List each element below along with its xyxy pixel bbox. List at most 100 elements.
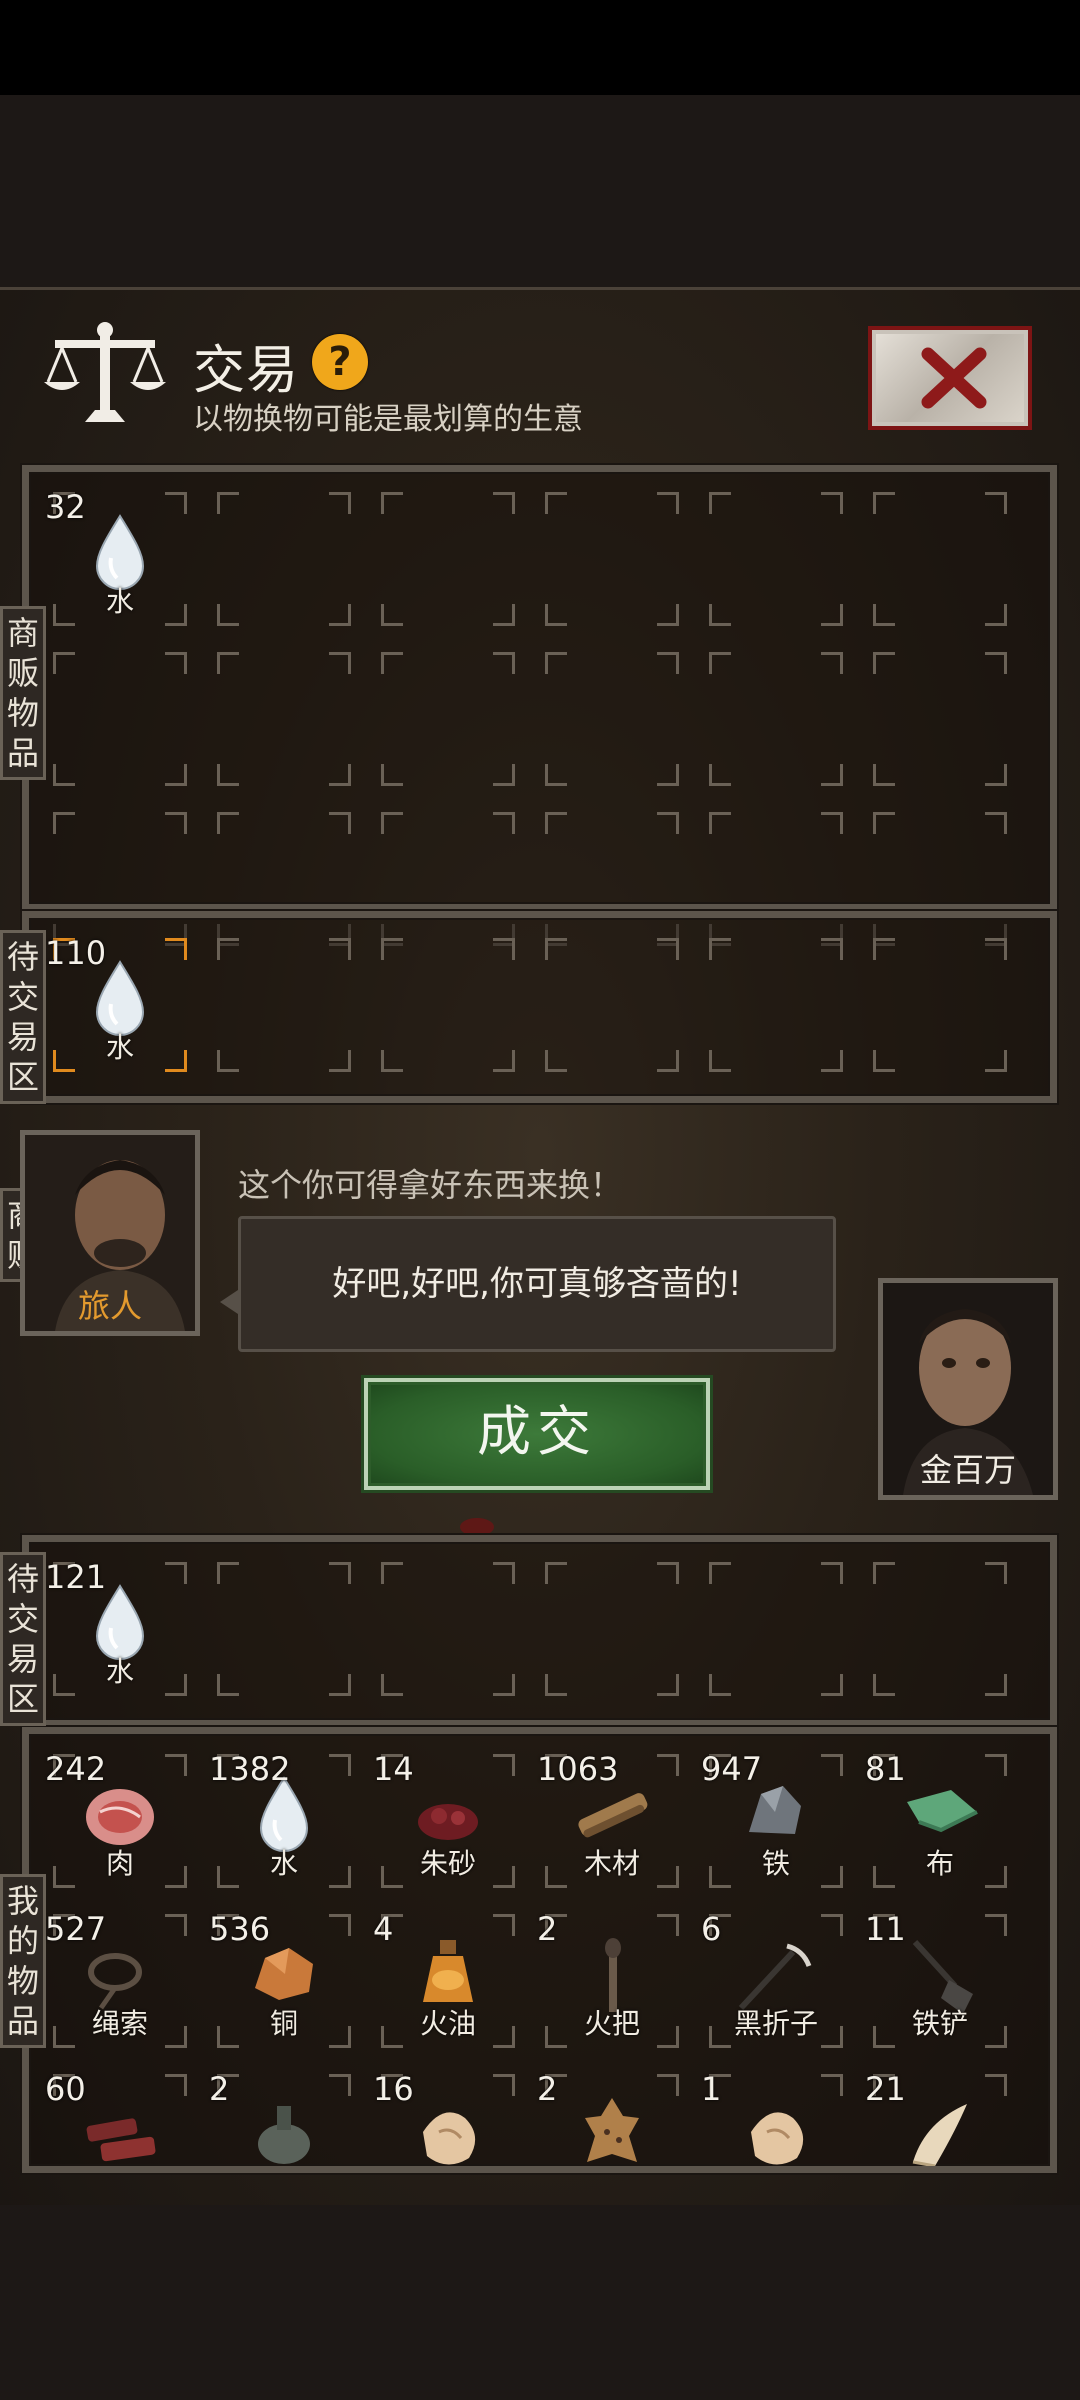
grid-slot[interactable]	[381, 1562, 515, 1696]
grid-slot[interactable]	[873, 938, 1007, 1072]
grid-slot[interactable]	[709, 652, 843, 786]
item-slot[interactable]: 1063 木材	[537, 1750, 687, 1880]
grid-slot[interactable]	[381, 652, 515, 786]
item-slot[interactable]: 1382 水	[209, 1750, 359, 1880]
grid-slot[interactable]	[545, 938, 679, 1072]
scale-icon	[44, 322, 166, 422]
item-slot[interactable]: 21	[865, 2070, 1015, 2166]
item-slot[interactable]: 81 布	[865, 1750, 1015, 1880]
close-x-icon	[921, 347, 987, 409]
side-label-char: 交	[6, 978, 39, 1016]
page-title: 交易	[193, 341, 300, 401]
item-name: 布	[925, 1847, 954, 1880]
item-count: 110	[45, 934, 107, 972]
grid-slot[interactable]	[217, 938, 351, 1072]
item-name: 铁铲	[911, 2007, 968, 2040]
my-pending-label: 待交易区	[0, 1552, 46, 1726]
item-name: 朱砂	[419, 1847, 476, 1880]
merchant-items-grid: 32 水	[22, 465, 1057, 946]
deal-button[interactable]: 成交	[364, 1378, 710, 1490]
trade-panel: 交易 ? 以物换物可能是最划算的生意 32水 110水 商贩物品 待交易区 商贩…	[0, 287, 1080, 2205]
item-count: 1382	[209, 1750, 291, 1788]
item-count: 21	[865, 2070, 906, 2108]
grid-slot[interactable]	[873, 1562, 1007, 1696]
item-count: 14	[373, 1750, 414, 1788]
side-label-char: 区	[6, 1058, 39, 1096]
grid-slot[interactable]	[217, 652, 351, 786]
item-slot[interactable]: 16	[373, 2070, 523, 2166]
grid-slot[interactable]	[545, 1562, 679, 1696]
item-slot[interactable]: 527 绳索	[45, 1910, 195, 2040]
grid-slot[interactable]	[217, 492, 351, 626]
top-band	[0, 95, 1080, 287]
item-count: 81	[865, 1750, 906, 1788]
reply-bubble[interactable]: 好吧,好吧,你可真够吝啬的!	[238, 1216, 836, 1352]
merchant-items-label: 商贩物品	[0, 606, 46, 780]
grid-slot[interactable]	[381, 938, 515, 1072]
item-slot[interactable]: 121 水	[45, 1558, 195, 1688]
help-icon[interactable]: ?	[312, 334, 368, 390]
item-slot[interactable]: 1	[701, 2070, 851, 2166]
item-count: 11	[865, 1910, 906, 1948]
side-label-char: 区	[6, 1680, 39, 1718]
item-count: 947	[701, 1750, 763, 1788]
side-label-char: 待	[6, 1560, 39, 1598]
item-slot[interactable]: 947 铁	[701, 1750, 851, 1880]
item-name: 木材	[583, 1847, 640, 1880]
merchant-name: 旅人	[77, 1287, 142, 1325]
item-count: 536	[209, 1910, 271, 1948]
merchant-pending-label: 待交易区	[0, 930, 46, 1104]
item-slot[interactable]: 536 铜	[209, 1910, 359, 2040]
item-slot[interactable]: 4 火油	[373, 1910, 523, 2040]
item-name: 水	[105, 1655, 134, 1688]
item-slot[interactable]: 14 朱砂	[373, 1750, 523, 1880]
grid-slot[interactable]	[873, 652, 1007, 786]
item-name: 火把	[583, 2007, 640, 2040]
grid-slot[interactable]	[709, 492, 843, 626]
item-slot[interactable]: 32 水	[45, 488, 195, 618]
item-slot[interactable]: 2 火把	[537, 1910, 687, 2040]
merchant-portrait: 旅人	[20, 1130, 200, 1336]
grid-slot[interactable]	[53, 652, 187, 786]
status-bar	[0, 0, 1080, 95]
item-count: 6	[701, 1910, 722, 1948]
item-name: 黑折子	[733, 2007, 818, 2040]
my-items-grid: 242 肉 1382 水 14 朱砂 1063 木材 947 铁 81 布 527 绳索 536 铜 4 火油 2 火…	[22, 1727, 1057, 2173]
item-count: 1063	[537, 1750, 619, 1788]
bottom-band	[0, 2205, 1080, 2400]
item-count: 16	[373, 2070, 414, 2108]
item-slot[interactable]: 110 水	[45, 934, 195, 1064]
grid-slot[interactable]	[545, 652, 679, 786]
item-count: 527	[45, 1910, 107, 1948]
item-slot[interactable]: 60	[45, 2070, 195, 2166]
grid-slot[interactable]	[709, 938, 843, 1072]
grid-slot[interactable]	[381, 492, 515, 626]
bone-icon	[731, 2092, 821, 2166]
grid-slot[interactable]	[545, 492, 679, 626]
item-slot[interactable]: 6 黑折子	[701, 1910, 851, 2040]
side-label-char: 贩	[6, 654, 39, 692]
item-name: 绳索	[91, 2007, 148, 2040]
shovel-icon	[895, 1932, 985, 2014]
fang-icon	[895, 2092, 985, 2166]
item-count: 2	[209, 2070, 230, 2108]
side-label-char: 的	[6, 1922, 39, 1960]
item-name: 水	[269, 1847, 298, 1880]
item-slot[interactable]: 2	[209, 2070, 359, 2166]
grid-slot[interactable]	[873, 492, 1007, 626]
my-items-label: 我的物品	[0, 1874, 46, 2048]
page-subtitle: 以物换物可能是最划算的生意	[193, 402, 583, 437]
oil-bottle-icon	[403, 1932, 493, 2012]
grid-slot[interactable]	[709, 1562, 843, 1696]
side-label-char: 物	[6, 1962, 39, 2000]
item-slot[interactable]: 11 铁铲	[865, 1910, 1015, 2040]
side-label-char: 品	[6, 2002, 39, 2040]
item-slot[interactable]: 242 肉	[45, 1750, 195, 1880]
grid-slot[interactable]	[217, 1562, 351, 1696]
side-label-char: 商	[6, 614, 39, 652]
jerky-icon	[75, 2092, 165, 2166]
item-count: 2	[537, 2070, 558, 2108]
close-button[interactable]	[868, 326, 1032, 430]
item-slot[interactable]: 2	[537, 2070, 687, 2166]
hide-icon	[567, 2092, 657, 2166]
